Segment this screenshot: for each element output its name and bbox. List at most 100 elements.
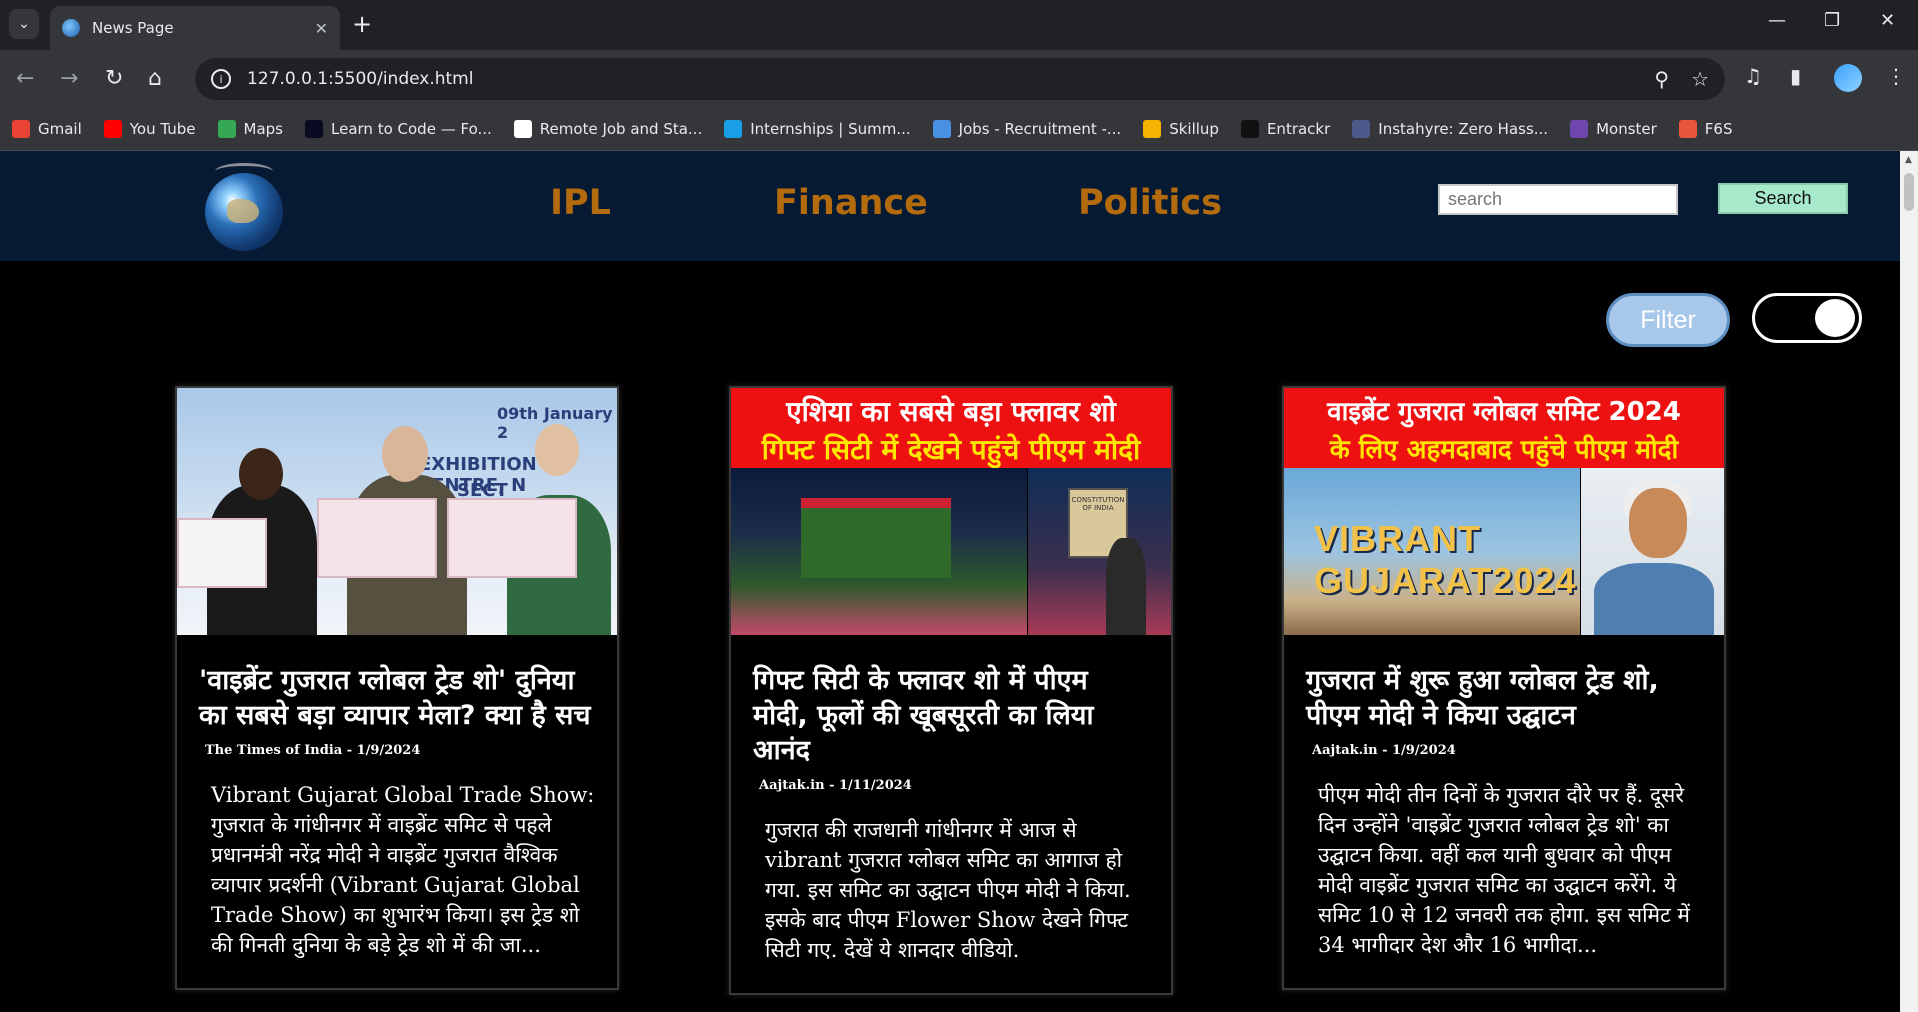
bookmark-item[interactable]: You Tube <box>103 120 196 138</box>
page-scrollbar[interactable]: ▲ <box>1900 151 1918 1012</box>
monster-icon <box>1570 120 1589 138</box>
news-card-image: एशिया का सबसे बड़ा फ्लावर शो गिफ्ट सिटी … <box>731 388 1171 635</box>
restore-icon[interactable]: ❐ <box>1824 10 1840 31</box>
news-card[interactable]: वाइब्रेंट गुजरात ग्लोबल समिट 2024 के लिए… <box>1282 386 1726 990</box>
maps-icon <box>217 120 236 138</box>
gmail-icon <box>12 120 30 138</box>
active-tab[interactable]: News Page ✕ <box>50 6 340 50</box>
person-head <box>382 426 428 482</box>
bookmark-label: Skillup <box>1169 120 1219 138</box>
bookmark-item[interactable]: Gmail <box>12 120 82 138</box>
site-info-icon[interactable]: i <box>211 69 231 89</box>
bookmark-label: F6S <box>1704 120 1733 138</box>
bookmark-label: Instahyre: Zero Hass... <box>1378 120 1549 138</box>
youtube-icon <box>103 120 122 138</box>
bookmark-star-icon[interactable]: ☆ <box>1691 67 1709 91</box>
bookmark-label: Internships | Summ... <box>750 120 911 138</box>
search-input[interactable] <box>1438 184 1678 215</box>
bookmark-label: Remote Job and Sta... <box>539 120 703 138</box>
new-tab-button[interactable]: + <box>352 10 372 38</box>
scroll-thumb[interactable] <box>1904 173 1914 211</box>
instahyre-icon <box>1352 120 1371 138</box>
globe-logo[interactable] <box>205 163 283 251</box>
image-headline-2: के लिए अहमदाबाद पहुंचे पीएम मोदी <box>1329 435 1679 465</box>
person-head <box>1629 488 1687 558</box>
nav-finance[interactable]: Finance <box>774 183 928 223</box>
bookmark-item[interactable]: Learn to Code — Fo... <box>305 120 492 138</box>
news-description: गुजरात की राजधानी गांधीनगर में आज से vib… <box>765 818 1131 962</box>
naukri-icon <box>932 120 951 138</box>
bookmark-label: Entrackr <box>1266 120 1331 138</box>
person-head <box>535 424 579 476</box>
bookmark-item[interactable]: Skillup <box>1143 120 1219 138</box>
flower-hedge <box>801 498 951 578</box>
forward-icon[interactable]: → <box>60 64 78 94</box>
news-source: Aajtak.in - 1/11/2024 <box>759 778 912 793</box>
person-figure <box>1594 563 1714 635</box>
news-source: Aajtak.in - 1/9/2024 <box>1312 743 1456 758</box>
zoom-icon[interactable]: ⚲ <box>1654 67 1669 91</box>
profile-avatar[interactable] <box>1834 64 1862 92</box>
filter-button[interactable]: Filter <box>1606 293 1730 347</box>
reload-icon[interactable]: ↻ <box>105 64 123 94</box>
home-icon[interactable]: ⌂ <box>148 64 162 94</box>
nav-ipl[interactable]: IPL <box>550 183 611 223</box>
certificate <box>317 498 437 578</box>
bookmark-label: Learn to Code — Fo... <box>331 120 492 138</box>
bookmark-item[interactable]: Remote Job and Sta... <box>513 120 703 138</box>
image-headline-1: एशिया का सबसे बड़ा फ्लावर शो <box>786 395 1116 428</box>
certificate <box>447 498 577 578</box>
bookmark-item[interactable]: Jobs - Recruitment -... <box>932 120 1121 138</box>
pm-photo: CONSTITUTION OF INDIA <box>1028 468 1171 635</box>
news-description: Vibrant Gujarat Global Trade Show: गुजरा… <box>211 783 595 957</box>
news-card-image: 09th January 2 EXHIBITION CENTRE, N SECT <box>177 388 617 635</box>
back-icon[interactable]: ← <box>16 64 34 94</box>
bookmark-item[interactable]: Maps <box>217 120 283 138</box>
flower-show-photo <box>731 468 1027 635</box>
bookmark-item[interactable]: Internships | Summ... <box>724 120 911 138</box>
page-viewport: IPL Finance Politics Search Filter 09th … <box>0 151 1900 1012</box>
window-close-icon[interactable]: ✕ <box>1880 10 1895 31</box>
bookmark-label: Gmail <box>38 120 82 138</box>
nav-politics[interactable]: Politics <box>1078 183 1222 223</box>
bookmark-item[interactable]: F6S <box>1678 120 1733 138</box>
menu-kebab-icon[interactable]: ⋮ <box>1886 64 1906 88</box>
search-button[interactable]: Search <box>1718 183 1848 214</box>
image-red-banner: एशिया का सबसे बड़ा फ्लावर शो गिफ्ट सिटी … <box>731 388 1171 468</box>
site-header: IPL Finance Politics Search <box>0 151 1900 261</box>
tab-bar: ⌄ News Page ✕ + — ❐ ✕ <box>0 0 1918 50</box>
theme-toggle[interactable] <box>1752 293 1862 343</box>
bookmark-item[interactable]: Entrackr <box>1240 120 1331 138</box>
bookmark-item[interactable]: Monster <box>1570 120 1657 138</box>
image-headline-1: वाइब्रेंट गुजरात ग्लोबल समिट 2024 <box>1327 397 1681 427</box>
image-red-banner: वाइब्रेंट गुजरात ग्लोबल समिट 2024 के लिए… <box>1284 388 1724 468</box>
scroll-up-arrow-icon[interactable]: ▲ <box>1905 155 1912 165</box>
internshala-icon <box>724 120 743 138</box>
bookmark-label: You Tube <box>129 120 196 138</box>
f6s-icon <box>1678 120 1697 138</box>
news-title[interactable]: 'वाइब्रेंट गुजरात ग्लोबल ट्रेड शो' दुनिय… <box>177 635 617 739</box>
news-description: पीएम मोदी तीन दिनों के गुजरात दौरे पर है… <box>1318 783 1690 957</box>
browser-toolbar: ← → ↻ ⌂ i 127.0.0.1:5500/index.html ⚲ ☆ … <box>0 50 1918 108</box>
news-source: The Times of India - 1/9/2024 <box>205 743 421 758</box>
address-bar[interactable]: i 127.0.0.1:5500/index.html ⚲ ☆ <box>195 58 1725 100</box>
chevron-down-icon: ⌄ <box>18 16 30 32</box>
certificate <box>177 518 267 588</box>
bookmark-item[interactable]: Instahyre: Zero Hass... <box>1352 120 1548 138</box>
news-card-image: वाइब्रेंट गुजरात ग्लोबल समिट 2024 के लिए… <box>1284 388 1724 635</box>
news-title[interactable]: गुजरात में शुरू हुआ ग्लोबल ट्रेड शो, पीए… <box>1284 635 1724 739</box>
tab-search-button[interactable]: ⌄ <box>9 9 39 39</box>
entrackr-icon <box>1240 120 1259 138</box>
news-card[interactable]: एशिया का सबसे बड़ा फ्लावर शो गिफ्ट सिटी … <box>729 386 1173 995</box>
side-panel-icon[interactable]: ▮ <box>1790 64 1801 88</box>
bookmarks-bar: Gmail You Tube Maps Learn to Code — Fo... Re… <box>0 108 1918 151</box>
minimize-icon[interactable]: — <box>1768 10 1786 31</box>
media-icon[interactable]: ♫ <box>1744 64 1762 88</box>
wellfound-icon <box>513 120 532 138</box>
skillup-icon <box>1143 120 1162 138</box>
url-text[interactable]: 127.0.0.1:5500/index.html <box>247 69 1632 89</box>
image-headline-2: गिफ्ट सिटी में देखने पहुंचे पीएम मोदी <box>761 433 1141 466</box>
close-tab-icon[interactable]: ✕ <box>315 19 328 38</box>
news-title[interactable]: गिफ्ट सिटी के फ्लावर शो में पीएम मोदी, फ… <box>731 635 1171 774</box>
news-card[interactable]: 09th January 2 EXHIBITION CENTRE, N SECT… <box>175 386 619 990</box>
